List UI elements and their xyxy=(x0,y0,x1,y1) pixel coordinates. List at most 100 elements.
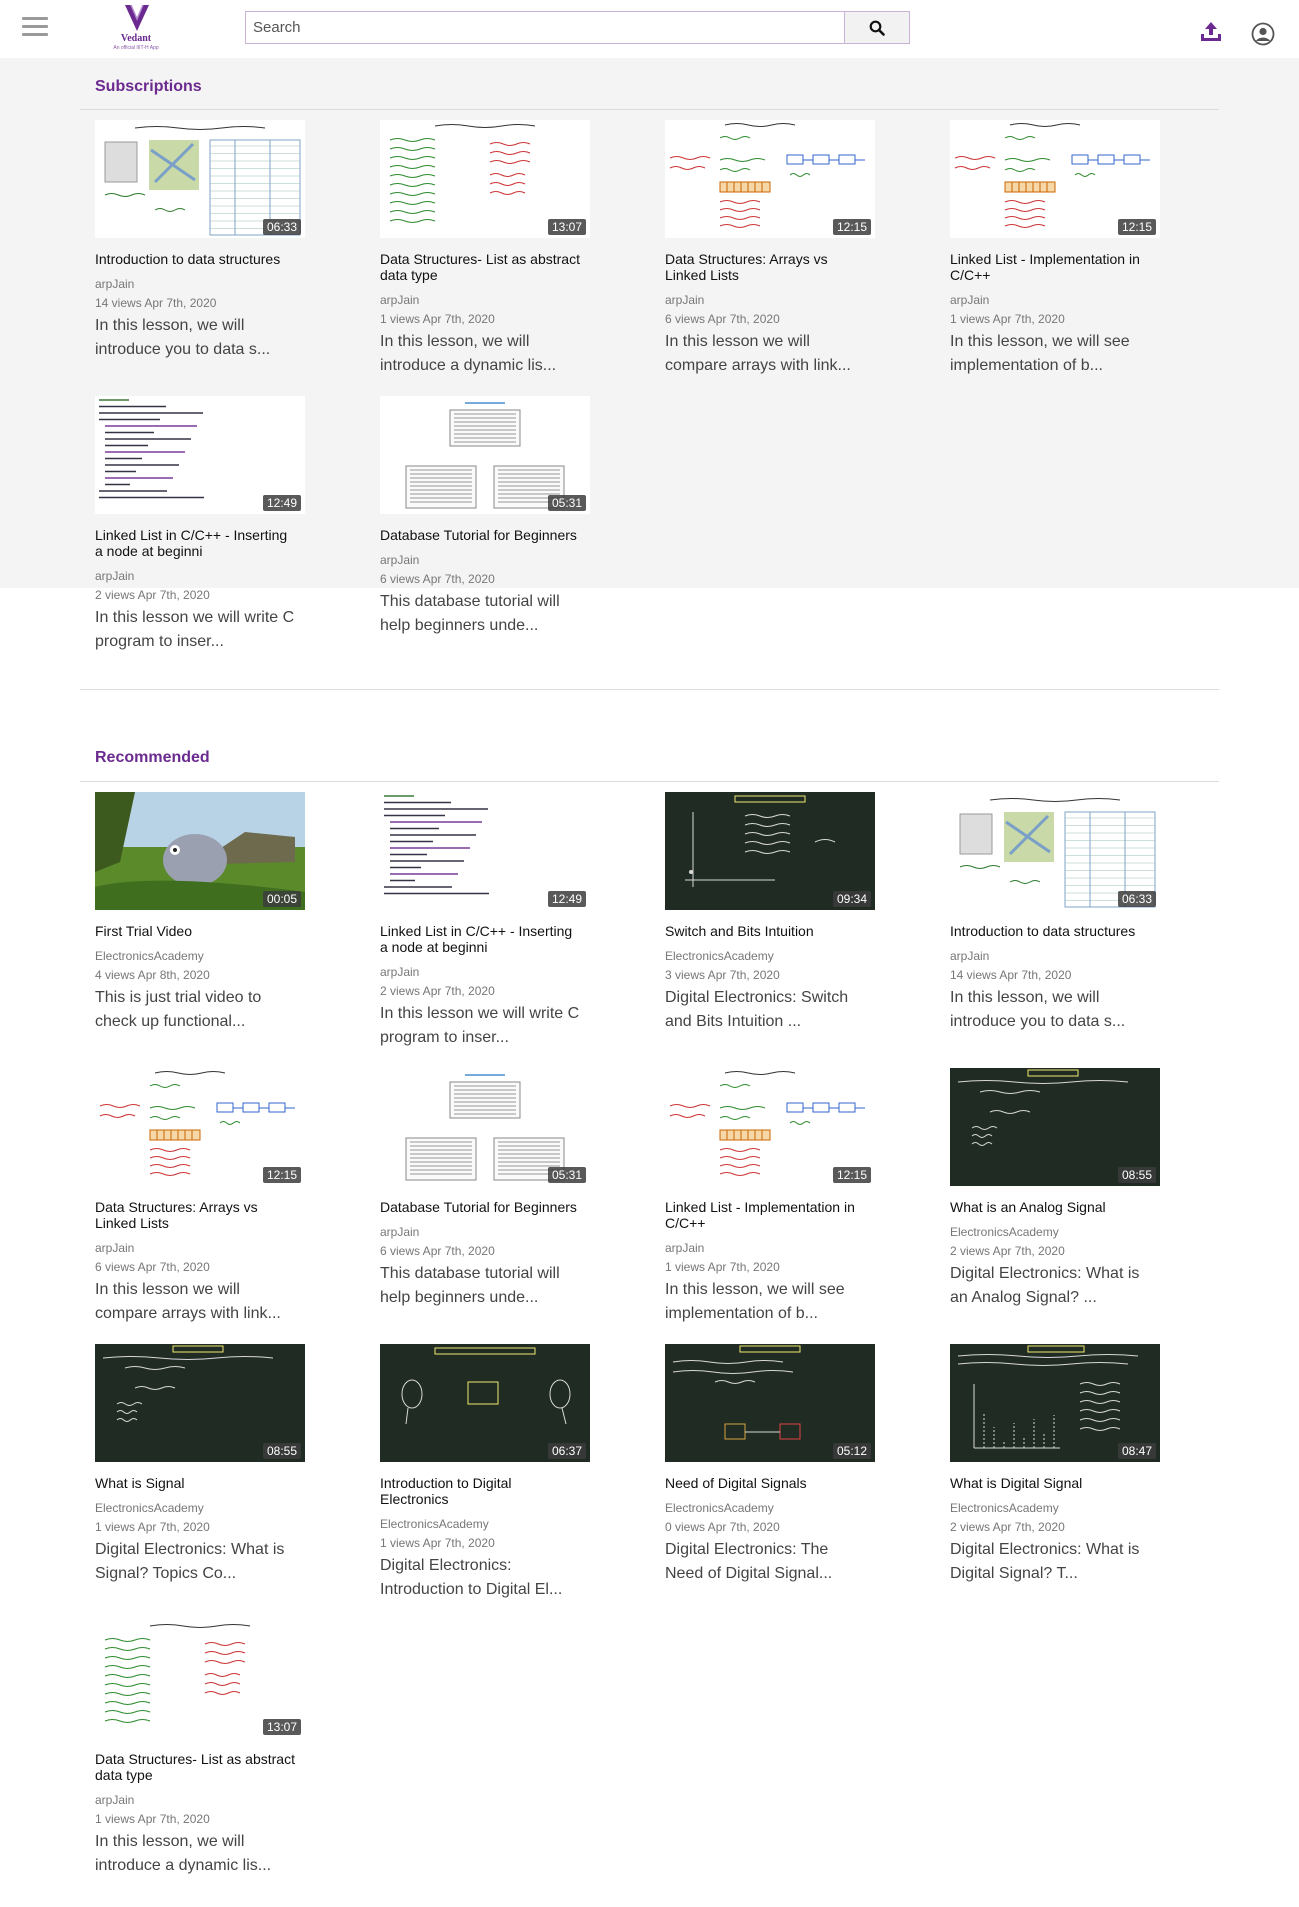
video-thumbnail[interactable]: 08:55 xyxy=(950,1068,1160,1186)
channel-name[interactable]: ElectronicsAcademy xyxy=(95,1501,307,1515)
video-thumbnail[interactable]: 06:37 xyxy=(380,1344,590,1462)
video-thumbnail[interactable]: 05:31 xyxy=(380,1068,590,1186)
video-description: In this lesson, we will introduce you to… xyxy=(950,989,1126,1030)
video-title[interactable]: Data Structures: Arrays vs Linked Lists xyxy=(95,1199,295,1231)
video-thumbnail[interactable]: 05:12 xyxy=(665,1344,875,1462)
video-title[interactable]: Introduction to data structures xyxy=(950,923,1150,939)
video-card[interactable]: 12:15 Linked List - Implementation in C/C… xyxy=(665,1068,877,1326)
video-title[interactable]: Linked List - Implementation in C/C++ xyxy=(665,1199,865,1231)
video-thumbnail[interactable]: 06:33 xyxy=(95,120,305,238)
upload-icon[interactable] xyxy=(1199,20,1223,44)
video-description: This database tutorial will help beginne… xyxy=(380,593,560,634)
video-thumbnail[interactable]: 05:31 xyxy=(380,396,590,514)
video-thumbnail[interactable]: 12:15 xyxy=(95,1068,305,1186)
video-title[interactable]: What is an Analog Signal xyxy=(950,1199,1150,1215)
video-card[interactable]: 09:34 Switch and Bits Intuition Electronic… xyxy=(665,792,877,1034)
video-thumbnail[interactable]: 08:47 xyxy=(950,1344,1160,1462)
views-and-date: 2 views Apr 7th, 2020 xyxy=(950,1244,1065,1258)
views-and-date: 14 views Apr 7th, 2020 xyxy=(950,968,1072,982)
video-card[interactable]: 13:07 Data Structures- List as abstract d… xyxy=(380,120,592,378)
video-title[interactable]: Linked List in C/C++ - Inserting a node … xyxy=(95,527,295,559)
video-thumbnail[interactable]: 12:49 xyxy=(380,792,590,910)
channel-name[interactable]: arpJain xyxy=(950,293,1162,307)
video-thumbnail[interactable]: 13:07 xyxy=(95,1620,305,1738)
views-and-date: 1 views Apr 7th, 2020 xyxy=(665,1260,780,1274)
channel-name[interactable]: arpJain xyxy=(665,293,877,307)
video-thumbnail[interactable]: 12:15 xyxy=(665,120,875,238)
video-thumbnail[interactable]: 12:15 xyxy=(950,120,1160,238)
channel-name[interactable]: arpJain xyxy=(380,553,592,567)
video-card[interactable]: 00:05 First Trial Video ElectronicsAcademy… xyxy=(95,792,307,1034)
channel-name[interactable]: ElectronicsAcademy xyxy=(665,949,877,963)
video-card[interactable]: 06:33 Introduction to data structures arpJ… xyxy=(950,792,1162,1034)
video-card[interactable]: 12:49 Linked List in C/C++ - Inserting a … xyxy=(380,792,592,1050)
views-and-date: 2 views Apr 7th, 2020 xyxy=(95,588,210,602)
app-logo[interactable]: Vedant An official IIIT-H App xyxy=(100,4,172,54)
video-title[interactable]: First Trial Video xyxy=(95,923,295,939)
video-card[interactable]: 05:12 Need of Digital Signals ElectronicsA… xyxy=(665,1344,877,1586)
duration-badge: 13:07 xyxy=(547,219,586,235)
channel-name[interactable]: arpJain xyxy=(380,1225,592,1239)
duration-badge: 13:07 xyxy=(262,1719,301,1735)
video-card[interactable]: 12:15 Linked List - Implementation in C/C… xyxy=(950,120,1162,378)
video-title[interactable]: What is Signal xyxy=(95,1475,295,1491)
video-card[interactable]: 06:33 Introduction to data structures arpJ… xyxy=(95,120,307,362)
duration-badge: 06:33 xyxy=(1117,891,1156,907)
hamburger-menu-icon[interactable] xyxy=(22,17,48,37)
channel-name[interactable]: arpJain xyxy=(665,1241,877,1255)
video-title[interactable]: Database Tutorial for Beginners xyxy=(380,527,580,543)
views-and-date: 1 views Apr 7th, 2020 xyxy=(95,1520,210,1534)
video-card[interactable]: 08:47 What is Digital Signal ElectronicsAc… xyxy=(950,1344,1162,1586)
duration-badge: 08:47 xyxy=(1117,1443,1156,1459)
video-thumbnail[interactable]: 00:05 xyxy=(95,792,305,910)
video-title[interactable]: Linked List in C/C++ - Inserting a node … xyxy=(380,923,580,955)
video-description: In this lesson, we will see implementati… xyxy=(950,333,1130,374)
channel-name[interactable]: ElectronicsAcademy xyxy=(665,1501,877,1515)
video-thumbnail[interactable]: 12:49 xyxy=(95,396,305,514)
video-thumbnail[interactable]: 06:33 xyxy=(950,792,1160,910)
channel-name[interactable]: arpJain xyxy=(950,949,1162,963)
logo-tagline: An official IIIT-H App xyxy=(113,45,159,51)
video-description: In this lesson we will compare arrays wi… xyxy=(95,1281,281,1322)
video-card[interactable]: 12:15 Data Structures: Arrays vs Linked L… xyxy=(95,1068,307,1326)
search-input[interactable] xyxy=(246,12,846,43)
channel-name[interactable]: ElectronicsAcademy xyxy=(950,1225,1162,1239)
video-title[interactable]: Database Tutorial for Beginners xyxy=(380,1199,580,1215)
video-card[interactable]: 05:31 Database Tutorial for Beginners arpJ… xyxy=(380,1068,592,1310)
video-thumbnail[interactable]: 13:07 xyxy=(380,120,590,238)
video-card[interactable]: 12:49 Linked List in C/C++ - Inserting a … xyxy=(95,396,307,654)
video-card[interactable]: 08:55 What is an Analog Signal Electronics… xyxy=(950,1068,1162,1310)
channel-name[interactable]: arpJain xyxy=(95,1241,307,1255)
video-description: In this lesson, we will see implementati… xyxy=(665,1281,845,1322)
video-thumbnail[interactable]: 12:15 xyxy=(665,1068,875,1186)
video-thumbnail[interactable]: 08:55 xyxy=(95,1344,305,1462)
video-thumbnail[interactable]: 09:34 xyxy=(665,792,875,910)
video-title[interactable]: What is Digital Signal xyxy=(950,1475,1150,1491)
video-card[interactable]: 13:07 Data Structures- List as abstract d… xyxy=(95,1620,307,1878)
video-title[interactable]: Data Structures- List as abstract data t… xyxy=(95,1751,295,1783)
search-button[interactable] xyxy=(844,12,909,43)
channel-name[interactable]: ElectronicsAcademy xyxy=(380,1517,592,1531)
video-title[interactable]: Switch and Bits Intuition xyxy=(665,923,865,939)
video-card[interactable]: 05:31 Database Tutorial for Beginners arpJ… xyxy=(380,396,592,638)
account-circle-icon[interactable] xyxy=(1251,22,1275,46)
channel-name[interactable]: arpJain xyxy=(95,277,307,291)
duration-badge: 08:55 xyxy=(262,1443,301,1459)
video-title[interactable]: Introduction to data structures xyxy=(95,251,295,267)
channel-name[interactable]: arpJain xyxy=(380,293,592,307)
channel-name[interactable]: arpJain xyxy=(380,965,592,979)
video-title[interactable]: Data Structures- List as abstract data t… xyxy=(380,251,580,283)
channel-name[interactable]: ElectronicsAcademy xyxy=(95,949,307,963)
video-card[interactable]: 12:15 Data Structures: Arrays vs Linked L… xyxy=(665,120,877,378)
video-title[interactable]: Need of Digital Signals xyxy=(665,1475,865,1491)
top-bar: Vedant An official IIIT-H App xyxy=(0,0,1299,58)
video-card[interactable]: 08:55 What is Signal ElectronicsAcademy 1 v… xyxy=(95,1344,307,1586)
video-card[interactable]: 06:37 Introduction to Digital Electronics… xyxy=(380,1344,592,1602)
video-description: Digital Electronics: What is an Analog S… xyxy=(950,1265,1140,1306)
channel-name[interactable]: ElectronicsAcademy xyxy=(950,1501,1162,1515)
video-title[interactable]: Linked List - Implementation in C/C++ xyxy=(950,251,1150,283)
channel-name[interactable]: arpJain xyxy=(95,1793,307,1807)
channel-name[interactable]: arpJain xyxy=(95,569,307,583)
video-title[interactable]: Introduction to Digital Electronics xyxy=(380,1475,580,1507)
video-title[interactable]: Data Structures: Arrays vs Linked Lists xyxy=(665,251,865,283)
